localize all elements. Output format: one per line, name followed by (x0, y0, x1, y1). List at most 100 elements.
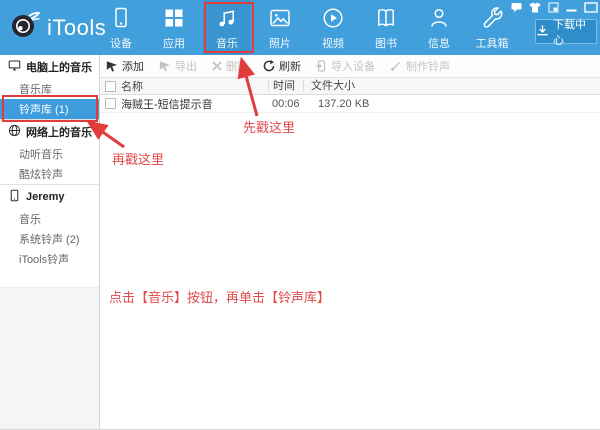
sidebar: 电脑上的音乐 音乐库 铃声库 (1) (0, 55, 100, 430)
itools-window: iTools 设备 (0, 0, 600, 430)
feedback-icon[interactable] (511, 2, 522, 13)
item-label: 音乐 (19, 211, 41, 227)
section-header-jeremy: Jeremy (0, 184, 99, 209)
item-label: iTools铃声 (19, 251, 69, 267)
nav-label: 音乐 (216, 39, 238, 50)
make-ringtone-button[interactable]: 制作铃声 (390, 58, 450, 74)
section-title: Jeremy (26, 191, 65, 203)
select-all-checkbox[interactable] (105, 81, 116, 92)
nav-apps[interactable]: 应用 (150, 0, 198, 55)
cell-size: 137.20 KB (303, 98, 393, 110)
sidebar-item-itools-ringtones[interactable]: iTools铃声 (0, 249, 99, 269)
section-title: 电脑上的音乐 (26, 59, 92, 75)
music-icon (215, 6, 239, 35)
column-label-time: 时间 (273, 80, 295, 92)
export-icon (159, 60, 171, 72)
action-toolbar: 添加 导出 删除 (100, 55, 600, 78)
cell-time: 00:06 (268, 98, 303, 110)
button-label: 制作铃声 (406, 58, 450, 74)
nav-messages[interactable]: 信息 (415, 0, 463, 55)
import-to-device-button[interactable]: 导入设备 (316, 58, 375, 74)
add-button[interactable]: 添加 (106, 58, 144, 74)
sidebar-item-device-music[interactable]: 音乐 (0, 209, 99, 229)
restore-icon[interactable] (548, 2, 559, 13)
body-row: 电脑上的音乐 音乐库 铃声库 (1) (0, 55, 600, 430)
nav-photos[interactable]: 照片 (256, 0, 304, 55)
download-center-button[interactable]: 下载中心 (535, 19, 597, 44)
sidebar-item-ringtone-library[interactable]: 铃声库 (1) (0, 99, 99, 119)
table-row[interactable]: 海贼王-短信提示音 00:06 137.20 KB (100, 95, 600, 113)
itools-logo: iTools (9, 9, 106, 46)
button-label: 刷新 (279, 58, 301, 74)
sidebar-list: 电脑上的音乐 音乐库 铃声库 (1) (0, 55, 99, 288)
item-label: 铃声库 (1) (19, 101, 69, 117)
phone-icon (8, 189, 21, 205)
itools-eye-icon (9, 9, 41, 46)
books-icon (374, 6, 398, 35)
button-label: 添加 (122, 58, 144, 74)
sidebar-item-music-library[interactable]: 音乐库 (0, 79, 99, 99)
nav-device[interactable]: 设备 (97, 0, 145, 55)
item-label: 音乐库 (19, 81, 52, 97)
delete-icon (212, 61, 222, 71)
refresh-icon (263, 60, 275, 72)
device-icon (109, 6, 133, 35)
button-label: 删除 (226, 58, 248, 74)
make-ringtone-icon (390, 60, 402, 72)
column-label-size: 文件大小 (311, 80, 355, 92)
top-header: iTools 设备 (0, 0, 600, 55)
cell-name: 海贼王-短信提示音 (100, 96, 268, 112)
nav-label: 工具箱 (476, 39, 509, 50)
computer-icon (8, 59, 21, 75)
column-name: 名称 (100, 78, 268, 94)
item-label: 系统铃声 (2) (19, 231, 80, 247)
column-label-name: 名称 (121, 78, 143, 94)
section-device-jeremy: Jeremy 音乐 系统铃声 (2) iTools铃声 (0, 184, 99, 269)
import-device-icon (316, 60, 327, 72)
videos-icon (321, 6, 345, 35)
section-local-music: 电脑上的音乐 音乐库 铃声库 (1) (0, 55, 99, 119)
sidebar-item-dongting-music[interactable]: 动听音乐 (0, 144, 99, 164)
column-size: 文件大小 (303, 80, 393, 92)
messages-icon (427, 6, 451, 35)
empty-list-area (100, 113, 600, 430)
nav-label: 应用 (163, 39, 185, 50)
section-title: 网络上的音乐 (26, 124, 92, 140)
item-label: 动听音乐 (19, 146, 63, 162)
download-icon (536, 24, 549, 40)
section-header-local-music: 电脑上的音乐 (0, 55, 99, 79)
sidebar-filler (0, 288, 99, 430)
add-icon (106, 60, 118, 72)
export-button[interactable]: 导出 (159, 58, 197, 74)
nav-videos[interactable]: 视频 (309, 0, 357, 55)
download-center-label: 下载中心 (553, 16, 596, 48)
button-label: 导入设备 (331, 58, 375, 74)
section-online-music: 网络上的音乐 动听音乐 酷炫铃声 (0, 119, 99, 184)
photos-icon (268, 6, 292, 35)
apps-icon (162, 6, 186, 35)
skin-icon[interactable] (529, 2, 541, 13)
button-label: 导出 (175, 58, 197, 74)
main-nav: 设备 应用 (97, 0, 516, 55)
sidebar-item-system-ringtones[interactable]: 系统铃声 (2) (0, 229, 99, 249)
nav-toolbox[interactable]: 工具箱 (468, 0, 516, 55)
main-panel: 添加 导出 删除 (100, 55, 600, 430)
window-controls (511, 2, 598, 13)
nav-label: 视频 (322, 39, 344, 50)
maximize-icon[interactable] (584, 2, 598, 13)
nav-label: 图书 (375, 39, 397, 50)
delete-button[interactable]: 删除 (212, 58, 248, 74)
nav-label: 设备 (110, 39, 132, 50)
section-header-online-music: 网络上的音乐 (0, 119, 99, 144)
nav-books[interactable]: 图书 (362, 0, 410, 55)
item-label: 酷炫铃声 (19, 166, 63, 182)
row-checkbox[interactable] (105, 98, 116, 109)
refresh-button[interactable]: 刷新 (263, 58, 301, 74)
minimize-icon[interactable] (566, 2, 577, 13)
nav-music[interactable]: 音乐 (203, 0, 251, 55)
nav-label: 信息 (428, 39, 450, 50)
column-time: 时间 (268, 80, 303, 92)
ringtone-name: 海贼王-短信提示音 (121, 96, 213, 112)
sidebar-item-cool-ringtones[interactable]: 酷炫铃声 (0, 164, 99, 184)
toolbox-icon (480, 6, 504, 35)
